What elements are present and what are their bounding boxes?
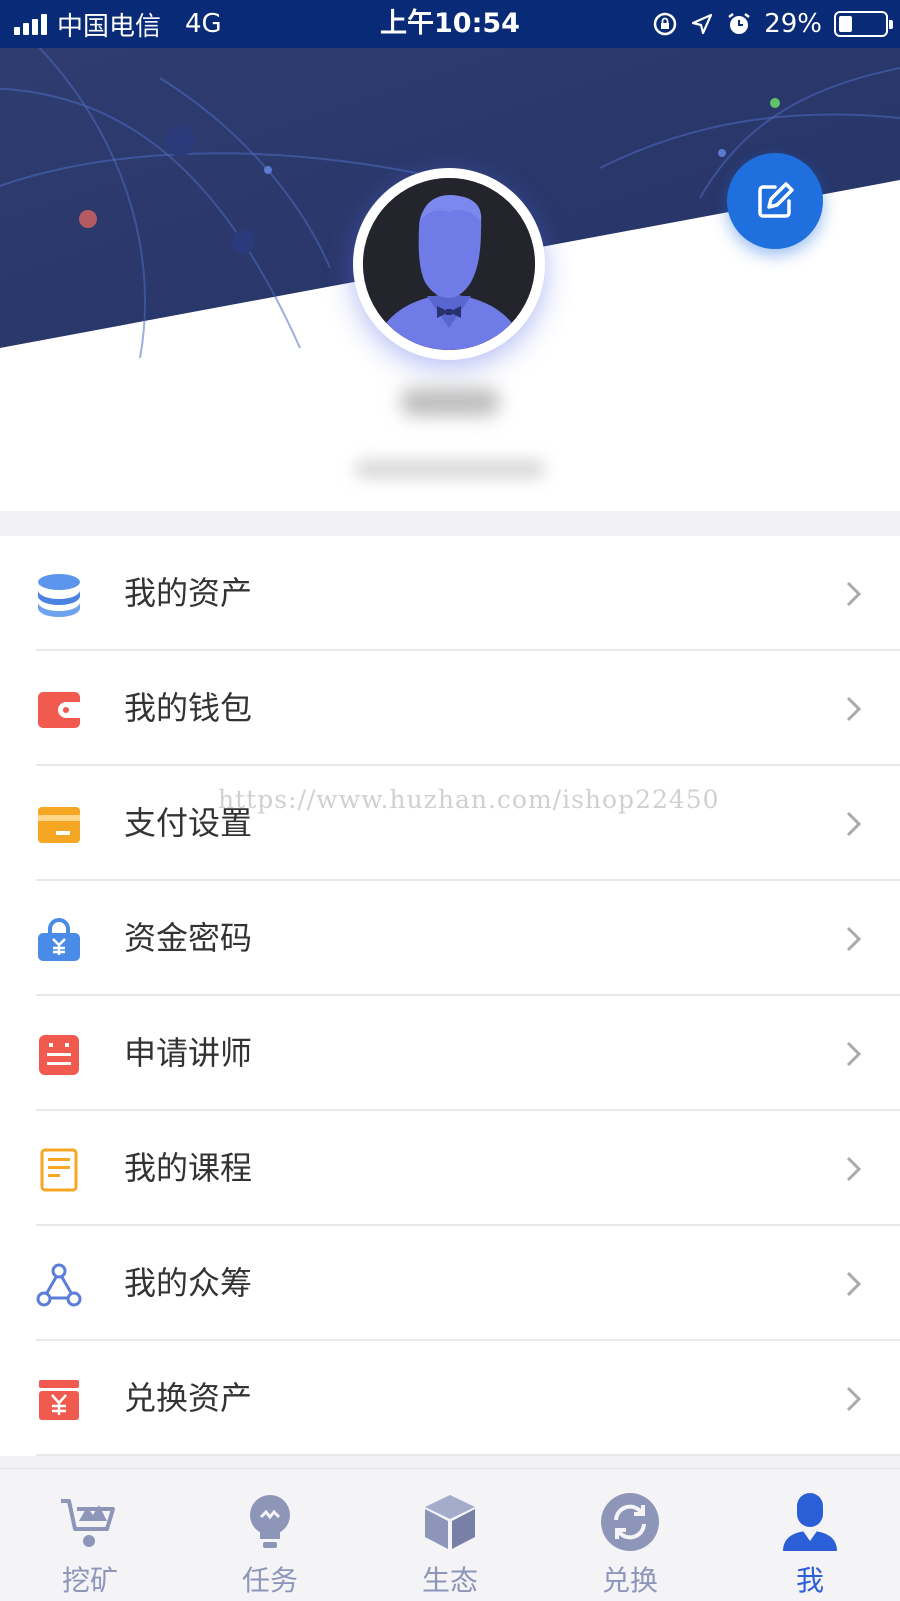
menu-item-my-courses[interactable]: 我的课程 bbox=[0, 1111, 900, 1226]
tab-exchange[interactable]: 兑换 bbox=[540, 1469, 720, 1601]
tab-tasks[interactable]: 任务 bbox=[180, 1469, 360, 1601]
chevron-right-icon bbox=[846, 696, 862, 722]
menu-item-label: 支付设置 bbox=[124, 804, 253, 842]
battery-icon bbox=[834, 11, 893, 37]
status-bar: 中国电信 4G 上午10:54 29% bbox=[0, 0, 900, 48]
edit-profile-button[interactable] bbox=[727, 153, 823, 249]
chevron-right-icon bbox=[846, 926, 862, 952]
rotation-lock-icon bbox=[653, 12, 677, 36]
chevron-right-icon bbox=[846, 581, 862, 607]
coins-stack-icon bbox=[38, 574, 80, 617]
tab-ecology[interactable]: 生态 bbox=[360, 1469, 540, 1601]
menu-item-label: 申请讲师 bbox=[124, 1034, 253, 1072]
task-bulb-icon bbox=[250, 1495, 290, 1548]
course-book-icon bbox=[40, 1148, 78, 1192]
menu-item-label: 我的众筹 bbox=[124, 1264, 253, 1302]
menu-item-label: 兑换资产 bbox=[124, 1379, 253, 1417]
lock-yuan-icon bbox=[38, 918, 80, 961]
tab-label: 生态 bbox=[421, 1564, 478, 1597]
username-blurred bbox=[400, 388, 500, 416]
menu-item-label: 我的钱包 bbox=[124, 689, 253, 727]
chevron-right-icon bbox=[846, 811, 862, 837]
menu-item-label: 我的资产 bbox=[124, 574, 253, 612]
tab-me[interactable]: 我 bbox=[720, 1469, 900, 1601]
carrier-text: 中国电信 bbox=[57, 11, 162, 42]
menu-item-my-wallet[interactable]: 我的钱包 bbox=[0, 651, 900, 766]
tab-label: 挖矿 bbox=[61, 1564, 118, 1597]
alarm-icon bbox=[728, 13, 750, 34]
menu-item-exchange-assets[interactable]: 兑换资产 bbox=[0, 1341, 900, 1456]
lecturer-icon bbox=[39, 1035, 79, 1075]
chevron-right-icon bbox=[846, 1386, 862, 1412]
edit-icon bbox=[758, 182, 794, 218]
tab-mining[interactable]: 挖矿 bbox=[0, 1469, 180, 1601]
exchange-yuan-icon bbox=[39, 1380, 79, 1420]
menu-item-my-crowdfunding[interactable]: 我的众筹 bbox=[0, 1226, 900, 1341]
tab-label: 我 bbox=[795, 1564, 824, 1597]
menu-item-label: 我的课程 bbox=[124, 1149, 253, 1187]
network-text: 4G bbox=[185, 9, 222, 39]
profile-person-icon bbox=[783, 1493, 837, 1551]
chevron-right-icon bbox=[846, 1271, 862, 1297]
menu-item-label: 资金密码 bbox=[124, 919, 253, 957]
exchange-refresh-icon bbox=[601, 1493, 659, 1551]
menu-item-my-assets[interactable]: 我的资产 bbox=[0, 536, 900, 651]
mining-cart-icon bbox=[61, 1499, 115, 1547]
avatar[interactable] bbox=[353, 168, 545, 360]
menu-item-payment-settings[interactable]: 支付设置 bbox=[0, 766, 900, 881]
tab-bar: 挖矿 任务 生态 兑换 我 bbox=[0, 1468, 900, 1601]
avatar-silhouette-icon bbox=[363, 178, 535, 350]
battery-text: 29% bbox=[764, 9, 822, 39]
chevron-right-icon bbox=[846, 1156, 862, 1182]
chevron-right-icon bbox=[846, 1041, 862, 1067]
menu-item-fund-password[interactable]: 资金密码 bbox=[0, 881, 900, 996]
user-info-blurred bbox=[355, 460, 545, 478]
tab-label: 任务 bbox=[241, 1564, 298, 1597]
crowdfunding-icon bbox=[36, 1263, 82, 1307]
status-right: 29% bbox=[652, 0, 893, 48]
status-left: 中国电信 4G bbox=[14, 0, 222, 48]
signal-icon bbox=[14, 13, 47, 35]
ecology-cube-icon bbox=[425, 1495, 475, 1549]
menu-item-apply-lecturer[interactable]: 申请讲师 bbox=[0, 996, 900, 1111]
tab-label: 兑换 bbox=[601, 1564, 658, 1597]
location-arrow-icon bbox=[692, 13, 713, 35]
card-icon bbox=[38, 807, 80, 843]
battery-fill bbox=[839, 16, 852, 32]
wallet-icon bbox=[38, 692, 80, 728]
profile-header bbox=[0, 48, 900, 511]
menu-list: 我的资产 我的钱包 支付设置 资金密码 申请讲师 我的课程 我的众筹 兑换资产 bbox=[0, 536, 900, 1456]
